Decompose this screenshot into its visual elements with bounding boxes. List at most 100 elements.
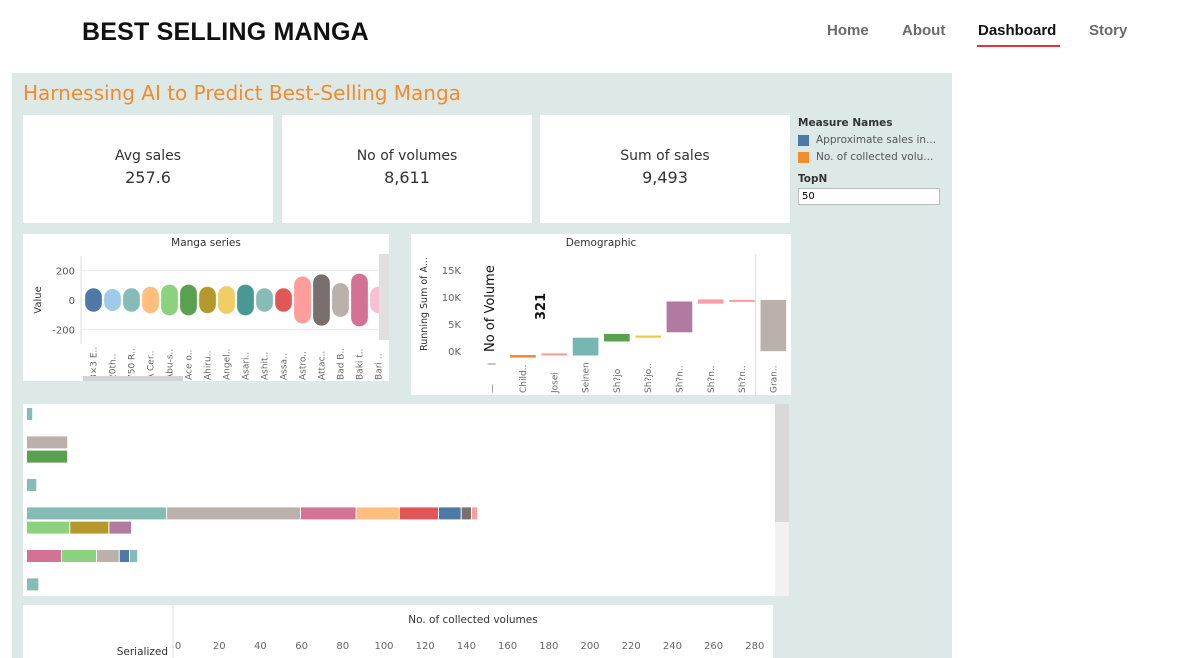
x-tick-label: Asari.. xyxy=(242,352,252,380)
series-bar xyxy=(351,273,368,327)
waterfall-bar xyxy=(541,353,568,356)
kpi-sum-sales: Sum of sales 9,493 xyxy=(540,115,790,223)
legend-item[interactable]: Approximate sales in... xyxy=(798,134,948,146)
series-bar xyxy=(294,276,311,324)
series-bar xyxy=(104,289,121,311)
waterfall-bar xyxy=(635,335,661,338)
x-tick-label: Angel.. xyxy=(223,349,233,380)
manga-series-chart: Value2000-2003×3 E.. 20th.. 750 R.. A Cer..… xyxy=(33,254,389,381)
kpi-label: No of volumes xyxy=(356,148,458,164)
volumes-bars-panel xyxy=(23,404,789,596)
nav-home[interactable]: Home xyxy=(827,22,869,39)
chart-title: Manga series xyxy=(171,237,241,249)
x-tick-label: 80 xyxy=(336,641,349,652)
x-tick-label: 240 xyxy=(663,641,682,652)
legend-item[interactable]: No. of collected volu... xyxy=(798,151,948,163)
stacked-bar-segment xyxy=(471,507,478,520)
x-tick-label: Seinen xyxy=(582,362,592,393)
x-tick-label: Gran.. xyxy=(769,365,779,393)
x-tick-label: Astro.. xyxy=(299,351,309,380)
volumes-axis: No. of collected volumes Serialized 0 20 40 6… xyxy=(117,605,764,658)
row-header: Serialized xyxy=(117,646,168,658)
nav-dashboard[interactable]: Dashboard xyxy=(978,22,1056,39)
waterfall-bar xyxy=(760,299,787,352)
axis-title: No. of collected volumes xyxy=(408,614,537,626)
brand-title: BEST SELLING MANGA xyxy=(82,18,369,46)
x-tick-label: 140 xyxy=(457,641,476,652)
stacked-bar-segment xyxy=(27,507,167,520)
x-tick-label: 180 xyxy=(539,641,558,652)
x-tick-label: Sh?n.. xyxy=(675,365,685,393)
horizontal-scrollbar xyxy=(83,376,183,381)
x-tick-label: 120 xyxy=(416,641,435,652)
stacked-bar-segment xyxy=(399,507,438,520)
demographic-panel: Demographic Running Sum of A... 15K 10K 5K 0… xyxy=(411,234,791,395)
x-tick-label: 260 xyxy=(704,641,723,652)
waterfall-bar xyxy=(604,333,630,342)
stacked-bar-segment xyxy=(27,408,33,420)
volumes-axis-panel: No. of collected volumes Serialized 0 20 40 6… xyxy=(23,605,773,658)
x-tick-label: 20 xyxy=(213,641,226,652)
x-tick-label: 200 xyxy=(580,641,599,652)
nav-story[interactable]: Story xyxy=(1089,22,1127,39)
stacked-bar-segment xyxy=(130,550,138,562)
x-tick-label: Ahiru.. xyxy=(204,351,214,381)
kpi-value: 257.6 xyxy=(125,168,171,187)
series-bar xyxy=(142,286,159,314)
axis-label-y: Running Sum of A... xyxy=(419,257,430,351)
stacked-bar-segment xyxy=(109,521,132,534)
annotation-label: No of Volume xyxy=(483,265,498,352)
x-tick-label: 750 R.. xyxy=(128,348,138,380)
waterfall-bar xyxy=(697,299,724,304)
x-tick-label: Sh?n.. xyxy=(707,365,717,393)
series-bar xyxy=(332,283,349,317)
legend-title: Measure Names xyxy=(798,117,893,129)
x-tick-label: Ace o.. xyxy=(185,350,195,380)
kpi-value: 8,611 xyxy=(384,168,430,187)
x-tick-label: 220 xyxy=(622,641,641,652)
stacked-bar-segment xyxy=(27,578,39,591)
series-bar xyxy=(218,286,235,314)
vertical-scrollbar xyxy=(775,404,789,522)
x-tick-label: Baki t.. xyxy=(356,348,366,380)
x-tick-label: Sh?jo.. xyxy=(644,363,654,393)
waterfall-bar xyxy=(729,299,755,302)
topn-input[interactable] xyxy=(798,188,940,205)
annotation-value: 321 xyxy=(534,293,549,320)
series-bar xyxy=(85,288,102,312)
nav-about[interactable]: About xyxy=(902,22,945,39)
x-tick-label: Assa.. xyxy=(280,353,290,380)
x-tick-label: Ashit.. xyxy=(261,352,271,380)
y-tick-label: 200 xyxy=(56,267,75,278)
series-bar xyxy=(199,286,216,314)
stacked-bar-segment xyxy=(439,507,461,520)
legend-label: Approximate sales in... xyxy=(816,134,937,146)
axis-label-y: Value xyxy=(33,286,44,313)
series-bar xyxy=(180,284,197,316)
waterfall-bar xyxy=(510,354,536,358)
x-tick-label: Child.. xyxy=(519,365,529,393)
chart-title: Demographic xyxy=(565,237,637,249)
legend-swatch xyxy=(798,134,809,146)
x-tick-label: — xyxy=(488,384,498,393)
y-tick-label: 15K xyxy=(442,266,462,277)
stacked-bar-segment xyxy=(70,521,109,534)
x-tick-label: Sh?jo xyxy=(613,368,623,393)
kpi-label: Avg sales xyxy=(114,148,182,164)
series-bar xyxy=(237,284,254,316)
dashboard-area: Harnessing AI to Predict Best-Selling Ma… xyxy=(12,73,952,658)
x-tick-label: A Cer.. xyxy=(147,351,157,380)
x-tick-label: Bari .. xyxy=(375,354,385,380)
y-tick-label: 0K xyxy=(448,347,461,358)
topn-label: TopN xyxy=(798,173,828,185)
x-tick-label: 100 xyxy=(374,641,393,652)
stacked-bar-segment xyxy=(356,507,399,520)
series-bar xyxy=(123,288,140,312)
x-tick-label: 0 xyxy=(175,641,181,652)
x-tick-label: Josei xyxy=(550,372,560,394)
legend-swatch xyxy=(798,151,809,163)
x-tick-label: Bad B.. xyxy=(337,348,347,380)
series-bar xyxy=(161,284,178,316)
stacked-bar-segment xyxy=(27,436,68,449)
kpi-label: Sum of sales xyxy=(620,148,710,164)
